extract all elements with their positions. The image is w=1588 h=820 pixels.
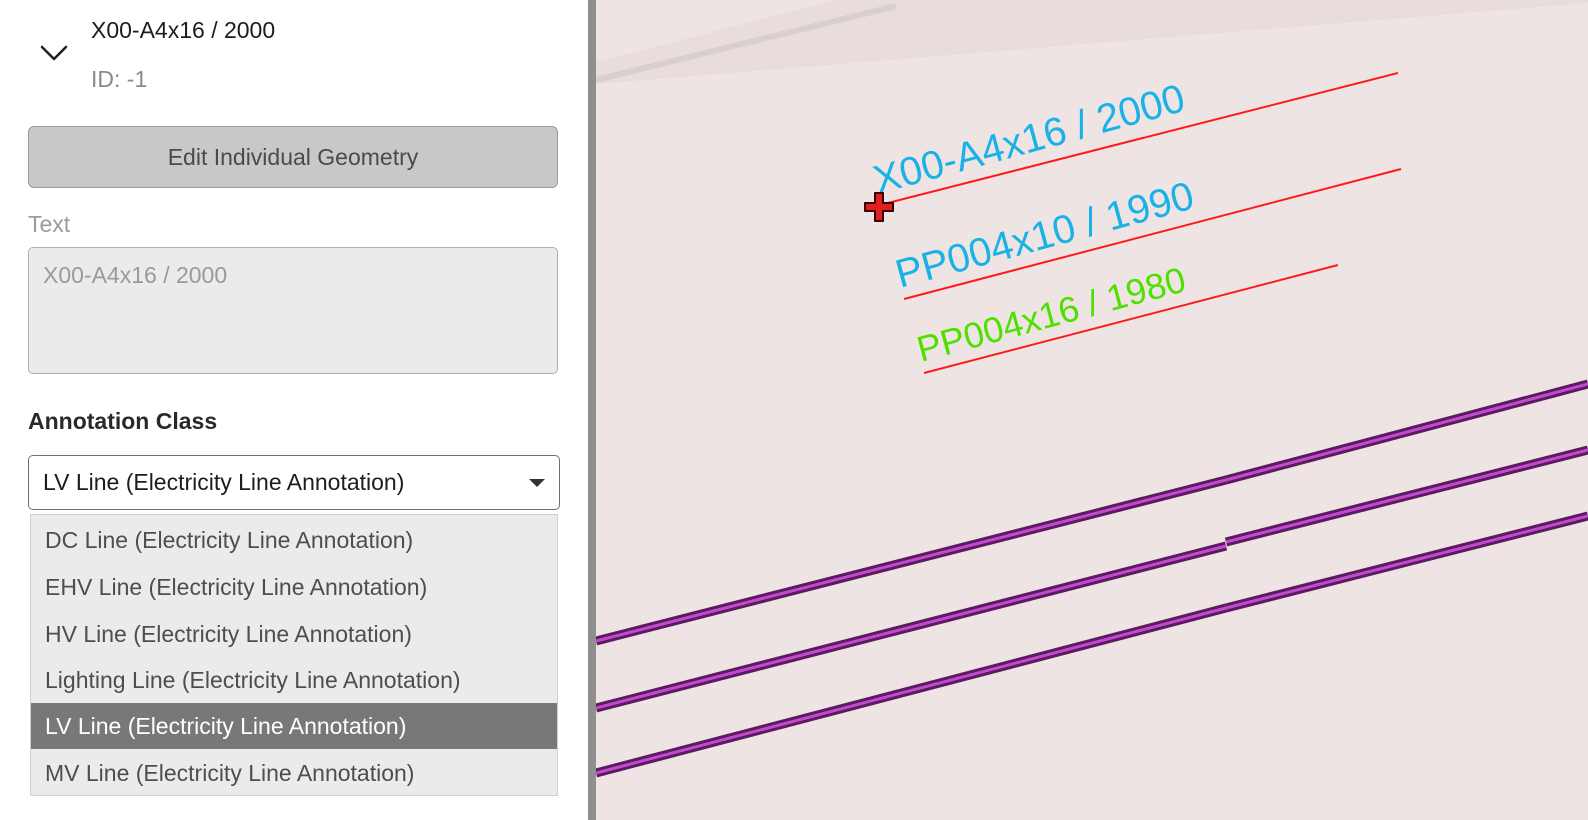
option-lv-line[interactable]: LV Line (Electricity Line Annotation) <box>31 703 557 749</box>
annotation-class-selected-value: LV Line (Electricity Line Annotation) <box>43 469 405 495</box>
option-dc-line[interactable]: DC Line (Electricity Line Annotation) <box>31 517 557 563</box>
text-field[interactable]: X00-A4x16 / 2000 <box>28 247 558 374</box>
collapse-chevron-icon[interactable] <box>36 36 72 72</box>
annotation-class-label: Annotation Class <box>28 408 218 434</box>
cable-1[interactable] <box>596 379 1588 646</box>
option-ehv-line[interactable]: EHV Line (Electricity Line Annotation) <box>31 564 557 610</box>
text-field-label: Text <box>28 211 71 237</box>
feature-title: X00-A4x16 / 2000 <box>91 17 276 43</box>
dropdown-caret-icon <box>527 476 547 490</box>
option-mv-line[interactable]: MV Line (Electricity Line Annotation) <box>31 750 557 796</box>
feature-header: X00-A4x16 / 2000 ID: -1 <box>0 0 588 115</box>
option-lighting-line[interactable]: Lighting Line (Electricity Line Annotati… <box>31 657 557 703</box>
app-window: X00-A4x16 / 2000 ID: -1 Edit Individual … <box>0 0 1588 820</box>
attribute-panel: X00-A4x16 / 2000 ID: -1 Edit Individual … <box>0 0 588 820</box>
map-canvas[interactable]: X00-A4x16 / 2000 PP004x10 / 1990 PP004x1… <box>596 0 1588 820</box>
cable-2[interactable] <box>596 445 1588 713</box>
annotation-class-select[interactable]: LV Line (Electricity Line Annotation) <box>28 455 560 510</box>
map-svg: X00-A4x16 / 2000 PP004x10 / 1990 PP004x1… <box>596 0 1588 778</box>
annotation-text-1[interactable]: X00-A4x16 / 2000 <box>869 76 1190 202</box>
edit-individual-geometry-button[interactable]: Edit Individual Geometry <box>28 126 558 188</box>
panel-splitter[interactable] <box>588 0 596 820</box>
feature-id: ID: -1 <box>91 66 148 92</box>
option-hv-line[interactable]: HV Line (Electricity Line Annotation) <box>31 611 557 657</box>
annotation-class-options: DC Line (Electricity Line Annotation) EH… <box>30 514 558 796</box>
cable-3[interactable] <box>596 511 1588 778</box>
